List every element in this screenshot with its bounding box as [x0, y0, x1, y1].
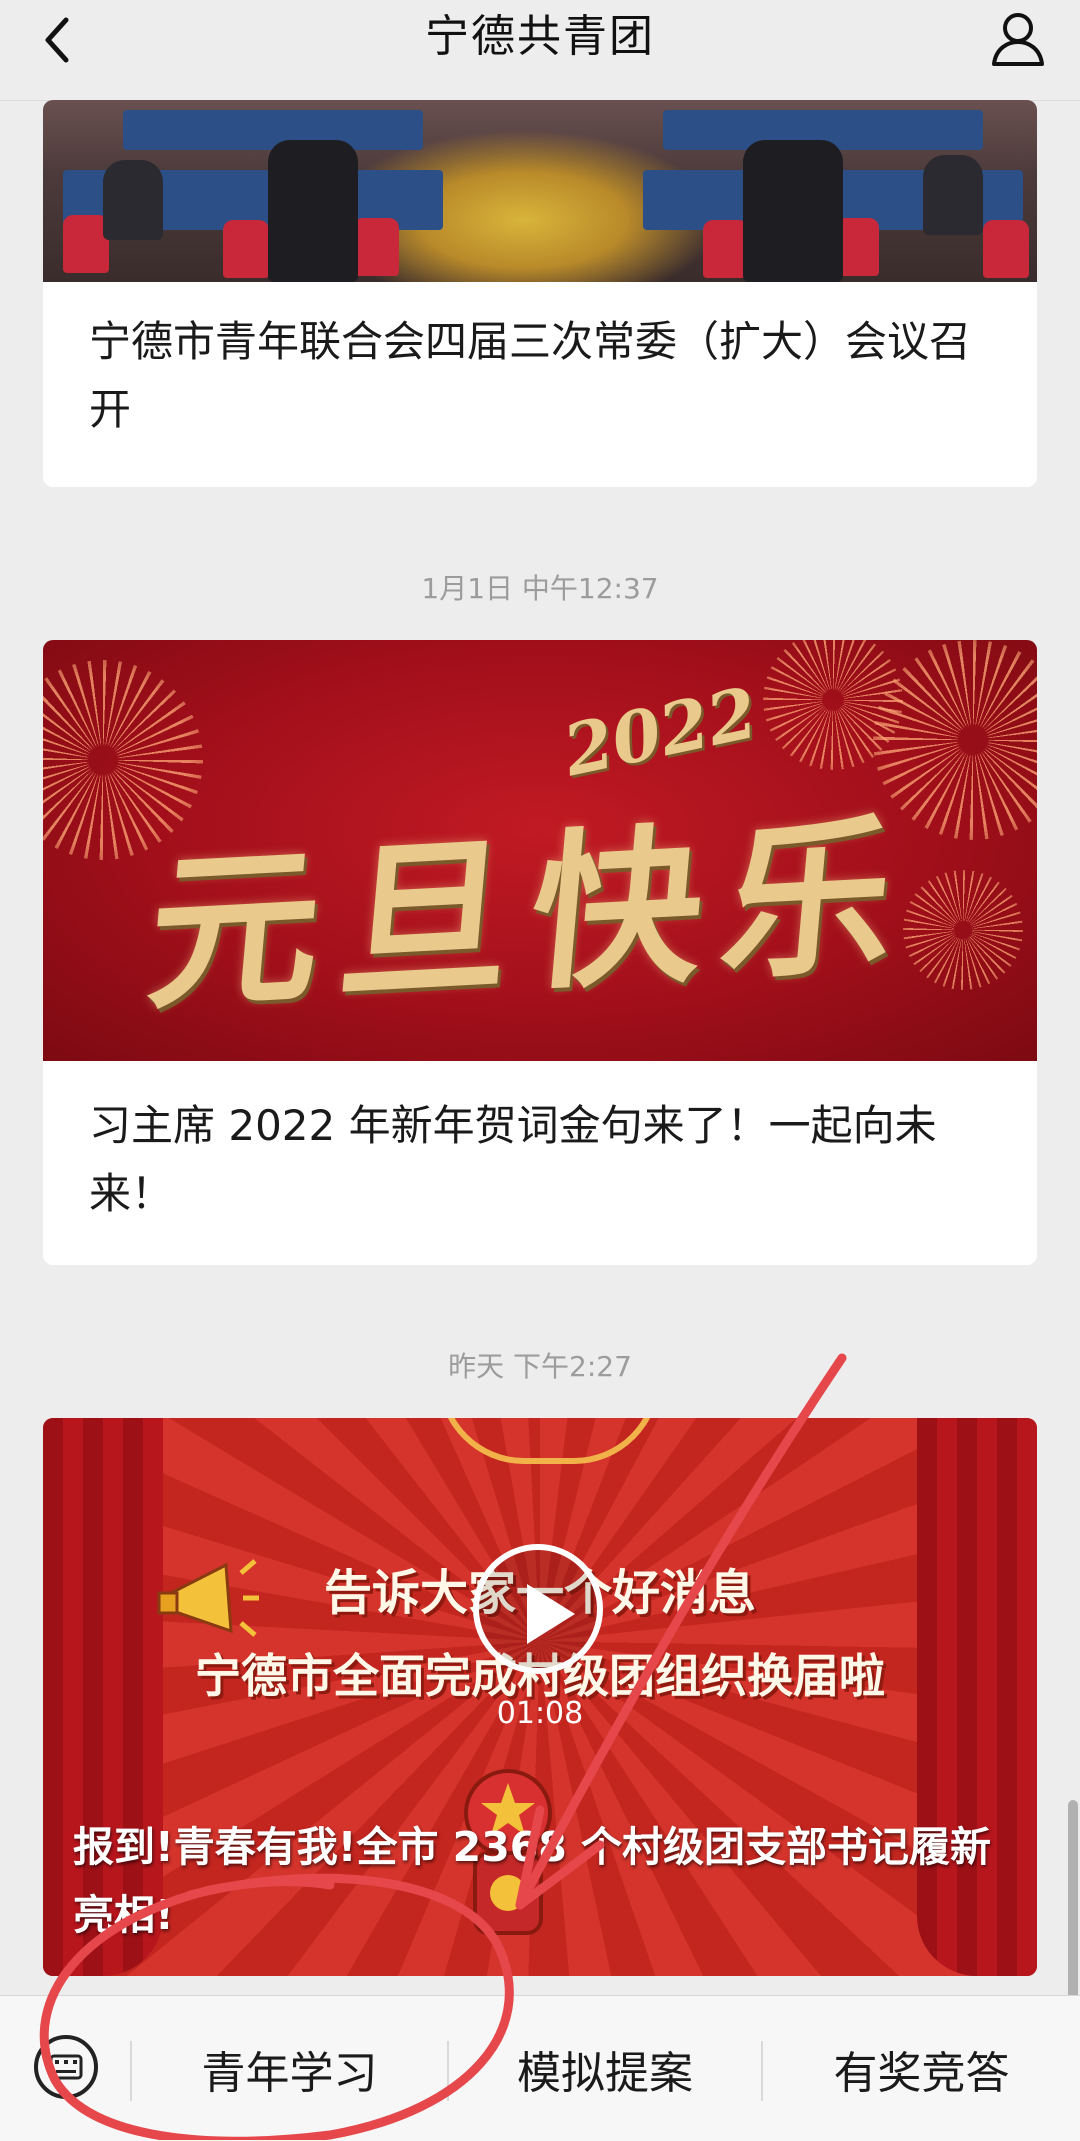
- article-title[interactable]: 习主席 2022 年新年贺词金句来了！一起向未来！: [89, 1092, 997, 1228]
- top-nav-bar: 宁德共青团: [0, 0, 1080, 101]
- play-icon[interactable]: [473, 1544, 603, 1674]
- page-title: 宁德共青团: [425, 11, 655, 62]
- message-feed[interactable]: 宁德市青年联合会四届三次常委（扩大）会议召开 1月1日 中午12:37 2022…: [0, 100, 1080, 1995]
- message-timestamp: 1月1日 中午12:37: [421, 572, 659, 605]
- meeting-photo: [43, 100, 1037, 282]
- profile-icon[interactable]: [986, 6, 1050, 70]
- article-title[interactable]: 宁德市青年联合会四届三次常委（扩大）会议召开: [89, 308, 997, 444]
- bottom-menu-bar: 青年学习 模拟提案 有奖竞答: [0, 1995, 1080, 2141]
- video-card[interactable]: 告诉大家一个好消息 宁德市全面完成村级团组织换届啦 01:08 报到!青春有我!…: [43, 1418, 1037, 1976]
- message-timestamp: 昨天 下午2:27: [448, 1350, 632, 1383]
- keyboard-toggle-icon[interactable]: [32, 2033, 100, 2101]
- article-card[interactable]: 宁德市青年联合会四届三次常委（扩大）会议召开: [43, 100, 1037, 487]
- article-card[interactable]: 2022 元旦快乐 习主席 2022 年新年贺词金句来了！一起向未来！: [43, 640, 1037, 1265]
- menu-item-mock-proposal[interactable]: 模拟提案: [449, 1996, 761, 2141]
- new-year-banner-image: 2022 元旦快乐: [43, 640, 1037, 1061]
- menu-item-prize-quiz[interactable]: 有奖竞答: [763, 1996, 1080, 2141]
- video-duration: 01:08: [496, 1696, 584, 1731]
- banner-text: 元旦快乐: [140, 794, 923, 1035]
- video-title[interactable]: 报到!青春有我!全市 2368 个村级团支部书记履新亮相!: [73, 1813, 1007, 1949]
- menu-item-youth-study[interactable]: 青年学习: [132, 1996, 447, 2141]
- scrollbar[interactable]: [1068, 1800, 1078, 1995]
